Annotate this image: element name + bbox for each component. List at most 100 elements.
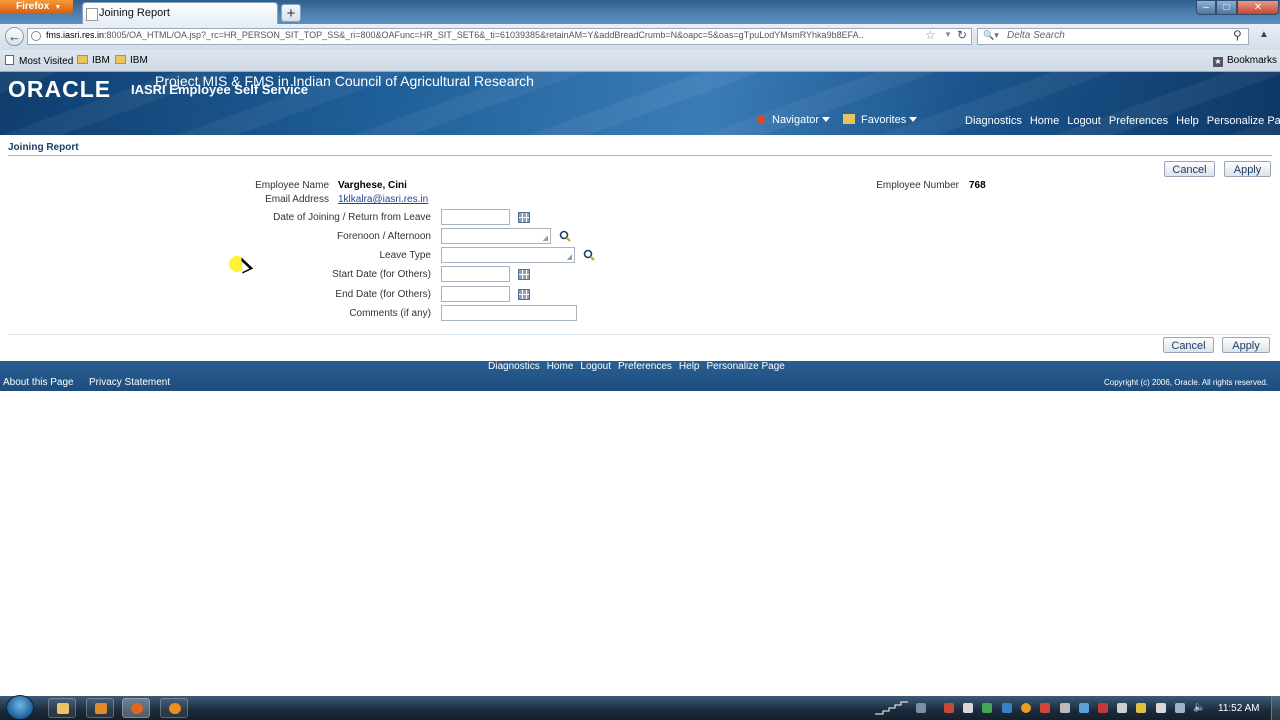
end-date-input[interactable] [441, 286, 510, 302]
content-divider [8, 334, 1272, 335]
bookmark-most-visited[interactable]: Most Visited [5, 55, 73, 67]
navigator-menu[interactable]: Navigator [756, 114, 831, 126]
oracle-logo: ORACLE [8, 76, 112, 102]
most-visited-icon [5, 55, 14, 65]
tray-app-icon[interactable] [1079, 703, 1089, 713]
tray-app-icon[interactable] [1002, 703, 1012, 713]
footer-link-logout[interactable]: Logout [580, 361, 611, 372]
footer-link-home[interactable]: Home [547, 361, 574, 372]
global-link-home[interactable]: Home [1030, 115, 1059, 127]
calendar-icon[interactable] [518, 269, 530, 280]
explorer-icon [57, 703, 69, 714]
tray-lock-icon[interactable] [963, 703, 973, 713]
tray-app-icon[interactable] [1156, 703, 1166, 713]
bookmarks-star-icon: ★ [1213, 57, 1223, 67]
project-title: Project MIS & FMS in Indian Council of A… [155, 73, 534, 89]
browser-tab[interactable]: Joining Report [82, 2, 278, 24]
tray-shield-icon[interactable] [1136, 703, 1146, 713]
leave-type-input[interactable]: ◢ [441, 247, 575, 263]
employee-number-label: Employee Number [876, 180, 959, 191]
bookmarks-toolbar [0, 50, 1280, 72]
global-link-help[interactable]: Help [1176, 115, 1199, 127]
start-date-input[interactable] [441, 266, 510, 282]
resize-grip-icon: ◢ [542, 235, 548, 242]
tray-app-icon[interactable] [1021, 703, 1031, 713]
tray-app-icon[interactable] [1040, 703, 1050, 713]
tray-network-icon[interactable] [1175, 703, 1185, 713]
page-favicon-icon [86, 8, 98, 21]
bookmark-ibm-1[interactable]: IBM [77, 55, 110, 66]
maximize-window-button[interactable]: □ [1216, 0, 1237, 15]
taskbar-explorer[interactable] [48, 698, 76, 718]
bookmarks-menu-button[interactable]: ★ Bookmarks [1213, 55, 1277, 67]
global-link-diagnostics[interactable]: Diagnostics [965, 115, 1022, 127]
apply-button-bottom[interactable]: Apply [1222, 337, 1270, 353]
global-link-preferences[interactable]: Preferences [1109, 115, 1168, 127]
footer-link-diagnostics[interactable]: Diagnostics [488, 361, 540, 372]
folder-icon [115, 55, 126, 64]
calendar-icon[interactable] [518, 212, 530, 223]
tab-title: Joining Report [99, 7, 170, 19]
footer-link-personalize[interactable]: Personalize Page [706, 361, 784, 372]
page-title: Joining Report [8, 142, 79, 153]
global-link-personalize[interactable]: Personalize Page [1207, 115, 1280, 127]
media-player-icon [95, 703, 107, 714]
email-label: Email Address [265, 194, 329, 205]
tray-volume-icon[interactable]: 🔈 [1193, 702, 1205, 713]
title-divider [8, 155, 1272, 156]
network-meter-icon [875, 701, 908, 715]
taskbar-firefox-2[interactable] [160, 698, 188, 718]
start-button-icon[interactable] [6, 695, 34, 720]
tray-wifi-icon[interactable] [916, 703, 926, 713]
favorites-menu[interactable]: Favorites [843, 114, 918, 126]
cancel-button-top[interactable]: Cancel [1164, 161, 1215, 177]
cancel-button-bottom[interactable]: Cancel [1163, 337, 1214, 353]
favorites-folder-icon [843, 114, 855, 124]
leave-type-label: Leave Type [379, 250, 431, 261]
address-bar-url[interactable]: fms.iasri.res.in:8005/OA_HTML/OA.jsp?_rc… [46, 30, 864, 40]
email-link[interactable]: 1klkalra@iasri.res.in [338, 194, 428, 205]
search-lov-icon[interactable] [559, 230, 571, 242]
footer-link-preferences[interactable]: Preferences [618, 361, 672, 372]
search-lov-icon[interactable] [583, 249, 595, 261]
search-go-icon[interactable]: ⚲ [1233, 28, 1242, 42]
firefox-menu-button[interactable]: Firefox ▼ [0, 0, 73, 14]
joining-date-input[interactable] [441, 209, 510, 225]
tray-app-icon[interactable] [982, 703, 992, 713]
taskbar-media-player[interactable] [86, 698, 114, 718]
comments-input[interactable] [441, 305, 577, 321]
search-engine-icon[interactable]: 🔍▾ [983, 30, 999, 41]
footer-link-help[interactable]: Help [679, 361, 700, 372]
tray-app-icon[interactable] [1098, 703, 1108, 713]
tray-app-icon[interactable] [944, 703, 954, 713]
show-desktop-button[interactable] [1271, 696, 1280, 720]
global-links: Diagnostics Home Logout Preferences Help Pers… [965, 115, 1280, 127]
taskbar-firefox[interactable] [122, 698, 150, 718]
tray-app-icon[interactable] [1060, 703, 1070, 713]
firefox-menu-label: Firefox [16, 1, 50, 12]
bookmark-ibm-2[interactable]: IBM [115, 55, 148, 66]
site-identity-icon[interactable] [31, 31, 41, 41]
apply-button-top[interactable]: Apply [1224, 161, 1271, 177]
start-date-label: Start Date (for Others) [332, 269, 431, 280]
calendar-icon[interactable] [518, 289, 530, 300]
minimize-window-button[interactable]: – [1196, 0, 1216, 15]
footer-links: Diagnostics Home Logout Preferences Help Pers… [488, 361, 785, 372]
global-link-logout[interactable]: Logout [1067, 115, 1101, 127]
bookmark-star-icon[interactable]: ☆ [925, 28, 936, 42]
privacy-statement-link[interactable]: Privacy Statement [89, 377, 170, 388]
url-history-dropdown-icon[interactable]: ▼ [944, 30, 952, 39]
reload-icon[interactable]: ↻ [957, 28, 967, 42]
back-button[interactable]: ← [5, 27, 24, 46]
navigator-home-icon [756, 114, 766, 124]
taskbar-clock[interactable]: 11:52 AM [1218, 703, 1260, 714]
tray-app-icon[interactable] [1117, 703, 1127, 713]
employee-name-label: Employee Name [255, 180, 329, 191]
about-page-link[interactable]: About this Page [3, 377, 74, 388]
close-window-button[interactable]: ✕ [1237, 0, 1279, 15]
session-input[interactable]: ◢ [441, 228, 551, 244]
employee-number-value: 768 [969, 180, 986, 191]
toolbar-overflow-icon[interactable]: ▲ [1259, 29, 1269, 40]
new-tab-button[interactable]: + [281, 4, 301, 22]
search-placeholder[interactable]: Delta Search [1007, 30, 1065, 41]
